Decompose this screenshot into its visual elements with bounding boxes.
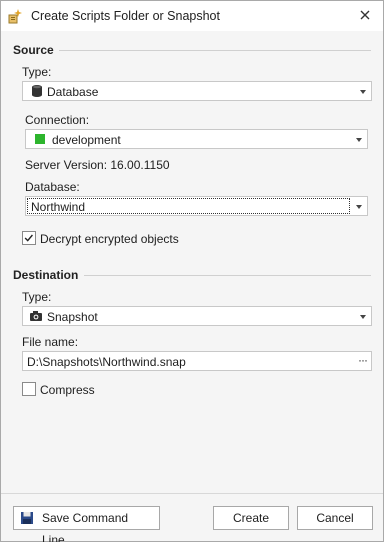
create-label: Create	[232, 511, 270, 525]
connection-combo[interactable]: development	[25, 129, 368, 149]
compress-label[interactable]: Compress	[40, 383, 95, 397]
floppy-disk-icon	[21, 512, 33, 524]
server-version: Server Version: 16.00.1150	[25, 158, 170, 172]
wizard-icon	[8, 9, 22, 24]
compress-checkbox[interactable]	[22, 382, 36, 396]
destination-type-label: Type:	[22, 290, 52, 304]
source-header: Source	[13, 43, 54, 57]
create-button[interactable]: Create	[213, 506, 289, 530]
database-combo[interactable]: Northwind	[25, 196, 368, 216]
chevron-down-icon[interactable]	[360, 315, 366, 319]
chevron-down-icon[interactable]	[356, 205, 362, 209]
file-name-field[interactable]: D:\Snapshots\Northwind.snap ···	[22, 351, 372, 371]
decrypt-label[interactable]: Decrypt encrypted objects	[40, 232, 179, 246]
checkmark-icon	[24, 234, 33, 242]
dialog-window: Create Scripts Folder or Snapshot Source…	[0, 0, 384, 542]
source-type-label: Type:	[22, 65, 52, 79]
cancel-label: Cancel	[316, 511, 354, 525]
save-command-line-button[interactable]: Save Command Line...	[13, 506, 160, 542]
title-bar: Create Scripts Folder or Snapshot	[1, 1, 383, 31]
cancel-button[interactable]: Cancel	[297, 506, 373, 530]
close-icon[interactable]	[357, 7, 373, 23]
destination-divider	[84, 275, 371, 276]
connection-label: Connection:	[25, 113, 90, 127]
destination-header: Destination	[13, 268, 79, 282]
chevron-down-icon[interactable]	[360, 90, 366, 94]
database-value: Northwind	[31, 200, 86, 214]
database-icon	[32, 85, 42, 97]
window-title: Create Scripts Folder or Snapshot	[31, 9, 220, 23]
browse-button[interactable]: ···	[358, 353, 368, 367]
destination-type-value: Snapshot	[47, 310, 98, 324]
source-type-combo[interactable]: Database	[22, 81, 372, 101]
database-label: Database:	[25, 180, 80, 194]
file-name-value[interactable]: D:\Snapshots\Northwind.snap	[27, 355, 186, 369]
destination-type-combo[interactable]: Snapshot	[22, 306, 372, 326]
source-type-value: Database	[47, 85, 99, 99]
connection-value: development	[52, 133, 121, 147]
button-bar: Save Command Line... Create Cancel	[1, 493, 383, 542]
camera-icon	[30, 311, 42, 321]
chevron-down-icon[interactable]	[356, 138, 362, 142]
connection-color-icon	[35, 134, 45, 144]
source-divider	[59, 50, 371, 51]
decrypt-checkbox[interactable]	[22, 231, 36, 245]
save-command-line-label: Save Command Line...	[42, 511, 129, 542]
file-name-label: File name:	[22, 335, 79, 349]
